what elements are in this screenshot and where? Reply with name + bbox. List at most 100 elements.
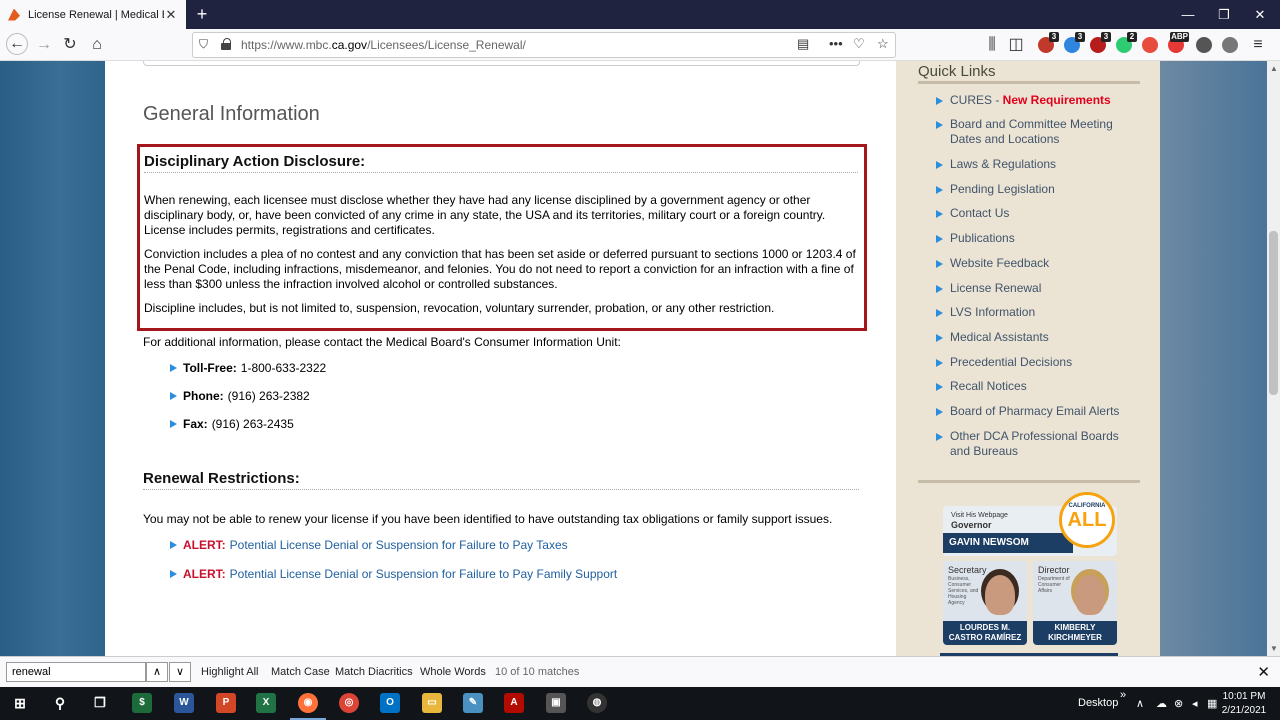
- acrobat-icon[interactable]: A: [504, 693, 524, 713]
- file-explorer-icon[interactable]: ▭: [422, 693, 442, 713]
- menu-icon[interactable]: ≡: [1248, 35, 1268, 55]
- find-next-icon[interactable]: ∨: [169, 662, 191, 682]
- find-previous-icon[interactable]: ∧: [146, 662, 168, 682]
- highlight-all-toggle[interactable]: Highlight All: [201, 666, 258, 678]
- secretary-photo: [985, 575, 1015, 615]
- bullet-arrow-icon: [936, 210, 943, 218]
- chrome-icon[interactable]: ◎: [339, 693, 359, 713]
- vertical-scrollbar[interactable]: ▲ ▼: [1267, 61, 1280, 656]
- reload-icon[interactable]: ↻: [60, 35, 80, 55]
- bookmark-star-icon[interactable]: ☆: [877, 36, 889, 52]
- director-card[interactable]: Director Department of Consumer Affairs …: [1033, 561, 1117, 645]
- alert-taxes: ALERT: Potential License Denial or Suspe…: [170, 538, 568, 552]
- url-text[interactable]: https://www.mbc.ca.gov/Licensees/License…: [241, 38, 526, 52]
- restore-icon[interactable]: ❐: [1206, 0, 1242, 29]
- remote-app-icon[interactable]: ▣: [546, 693, 566, 713]
- ghostery-icon[interactable]: 2: [1116, 32, 1137, 53]
- library-icon[interactable]: ⫼: [982, 35, 1002, 55]
- powerpoint-icon[interactable]: P: [216, 693, 236, 713]
- bullet-arrow-icon: [170, 570, 177, 578]
- task-view-icon[interactable]: ❐: [90, 693, 110, 713]
- page-actions-icon[interactable]: •••: [829, 36, 843, 51]
- quick-link-cures[interactable]: CURES - New Requirements: [936, 93, 1136, 108]
- extension-badge: 3: [1049, 32, 1059, 42]
- quick-link[interactable]: Website Feedback: [936, 256, 1136, 271]
- extension-w-icon[interactable]: [1196, 37, 1212, 53]
- forward-icon[interactable]: →: [34, 35, 54, 55]
- quick-link[interactable]: Pending Legislation: [936, 182, 1136, 197]
- scroll-down-icon[interactable]: ▼: [1270, 644, 1278, 653]
- tab-license-renewal[interactable]: License Renewal | Medical Boa ✕: [0, 0, 186, 29]
- excel-icon[interactable]: X: [256, 693, 276, 713]
- quick-link[interactable]: Laws & Regulations: [936, 157, 1136, 172]
- alert-taxes-link[interactable]: Potential License Denial or Suspension f…: [230, 538, 568, 552]
- bullet-arrow-icon: [170, 364, 177, 372]
- cloud-sync-icon[interactable]: ☁: [1156, 697, 1167, 710]
- windows-taskbar: ⊞ ⚲ ❐ $ W P X ◉ ◎ O ▭ ✎ A ▣ ◍ Desktop » …: [0, 687, 1280, 720]
- home-icon[interactable]: ⌂: [87, 35, 107, 55]
- adblock-plus-icon[interactable]: ABP: [1168, 32, 1189, 53]
- extension-gray-icon[interactable]: [1222, 37, 1238, 53]
- new-tab-icon[interactable]: +: [192, 4, 212, 24]
- bullet-arrow-icon: [936, 235, 943, 243]
- ublock-icon[interactable]: 3: [1038, 32, 1059, 53]
- quick-link[interactable]: LVS Information: [936, 305, 1136, 320]
- pocket-icon[interactable]: ♡: [853, 36, 865, 52]
- notepad-icon[interactable]: ✎: [463, 693, 483, 713]
- network-status-icon[interactable]: ⊗: [1174, 697, 1183, 710]
- disciplinary-disclosure-box: Disciplinary Action Disclosure: When ren…: [137, 144, 867, 331]
- url-bar[interactable]: ⛉ https://www.mbc.ca.gov/Licensees/Licen…: [192, 32, 896, 58]
- app-circle-icon[interactable]: ◍: [587, 693, 607, 713]
- extension-lines-icon[interactable]: [1142, 37, 1158, 53]
- close-window-icon[interactable]: ✕: [1242, 0, 1278, 29]
- web-page: General Information Disciplinary Action …: [0, 61, 1267, 656]
- scroll-up-icon[interactable]: ▲: [1270, 64, 1278, 73]
- bullet-arrow-icon: [936, 433, 943, 441]
- tracking-shield-icon[interactable]: ⛉: [199, 37, 208, 52]
- mbc-favicon-icon: [8, 8, 20, 21]
- bullet-arrow-icon: [936, 161, 943, 169]
- search-icon[interactable]: ⚲: [50, 693, 70, 713]
- section-title: General Information: [143, 103, 320, 125]
- secretary-card[interactable]: Secretary Business, Consumer Services, a…: [943, 561, 1027, 645]
- bullet-arrow-icon: [936, 97, 943, 105]
- quick-link[interactable]: Medical Assistants: [936, 330, 1136, 345]
- reader-view-icon[interactable]: ▤: [797, 36, 809, 52]
- firefox-icon[interactable]: ◉: [290, 693, 326, 720]
- match-case-toggle[interactable]: Match Case: [271, 666, 330, 678]
- quick-link[interactable]: Publications: [936, 231, 1136, 246]
- system-clock[interactable]: 10:01 PM 2/21/2021: [1216, 690, 1272, 718]
- match-diacritics-toggle[interactable]: Match Diacritics: [335, 666, 413, 678]
- back-icon[interactable]: ←: [6, 33, 28, 55]
- windows-start-icon[interactable]: ⊞: [10, 693, 30, 713]
- close-find-bar-icon[interactable]: ✕: [1257, 663, 1270, 681]
- show-hidden-icons-icon[interactable]: ∧: [1136, 697, 1144, 710]
- bullet-arrow-icon: [936, 383, 943, 391]
- whole-words-toggle[interactable]: Whole Words: [420, 666, 486, 678]
- quick-link[interactable]: Recall Notices: [936, 379, 1136, 394]
- minimize-icon[interactable]: —: [1170, 0, 1206, 29]
- money-app-icon[interactable]: $: [132, 693, 152, 713]
- extension-red-icon[interactable]: 3: [1090, 32, 1111, 53]
- scrollbar-thumb[interactable]: [1269, 231, 1278, 395]
- lock-icon[interactable]: [221, 38, 231, 50]
- director-name: KIMBERLY KIRCHMEYER: [1033, 621, 1117, 645]
- quick-link[interactable]: Precedential Decisions: [936, 355, 1136, 370]
- governor-banner[interactable]: Visit His Webpage Governor GAVIN NEWSOM …: [943, 492, 1117, 556]
- outlook-icon[interactable]: O: [380, 693, 400, 713]
- quick-link[interactable]: License Renewal: [936, 281, 1136, 296]
- desktop-toolbar-label[interactable]: Desktop: [1078, 697, 1118, 709]
- toolbar-expand-icon[interactable]: »: [1120, 689, 1126, 701]
- bullet-arrow-icon: [936, 359, 943, 367]
- quick-link[interactable]: Other DCA Professional Boards and Bureau…: [936, 429, 1136, 459]
- find-input[interactable]: [6, 662, 146, 682]
- quick-link[interactable]: Board and Committee Meeting Dates and Lo…: [936, 117, 1136, 147]
- volume-icon[interactable]: ◂: [1192, 697, 1198, 710]
- sidebar-icon[interactable]: ◫: [1006, 35, 1026, 55]
- word-icon[interactable]: W: [174, 693, 194, 713]
- alert-family-support-link[interactable]: Potential License Denial or Suspension f…: [230, 567, 618, 581]
- quick-link[interactable]: Board of Pharmacy Email Alerts: [936, 404, 1136, 419]
- quick-link[interactable]: Contact Us: [936, 206, 1136, 221]
- extension-blue-icon[interactable]: 3: [1064, 32, 1085, 53]
- close-tab-icon[interactable]: ✕: [164, 7, 178, 23]
